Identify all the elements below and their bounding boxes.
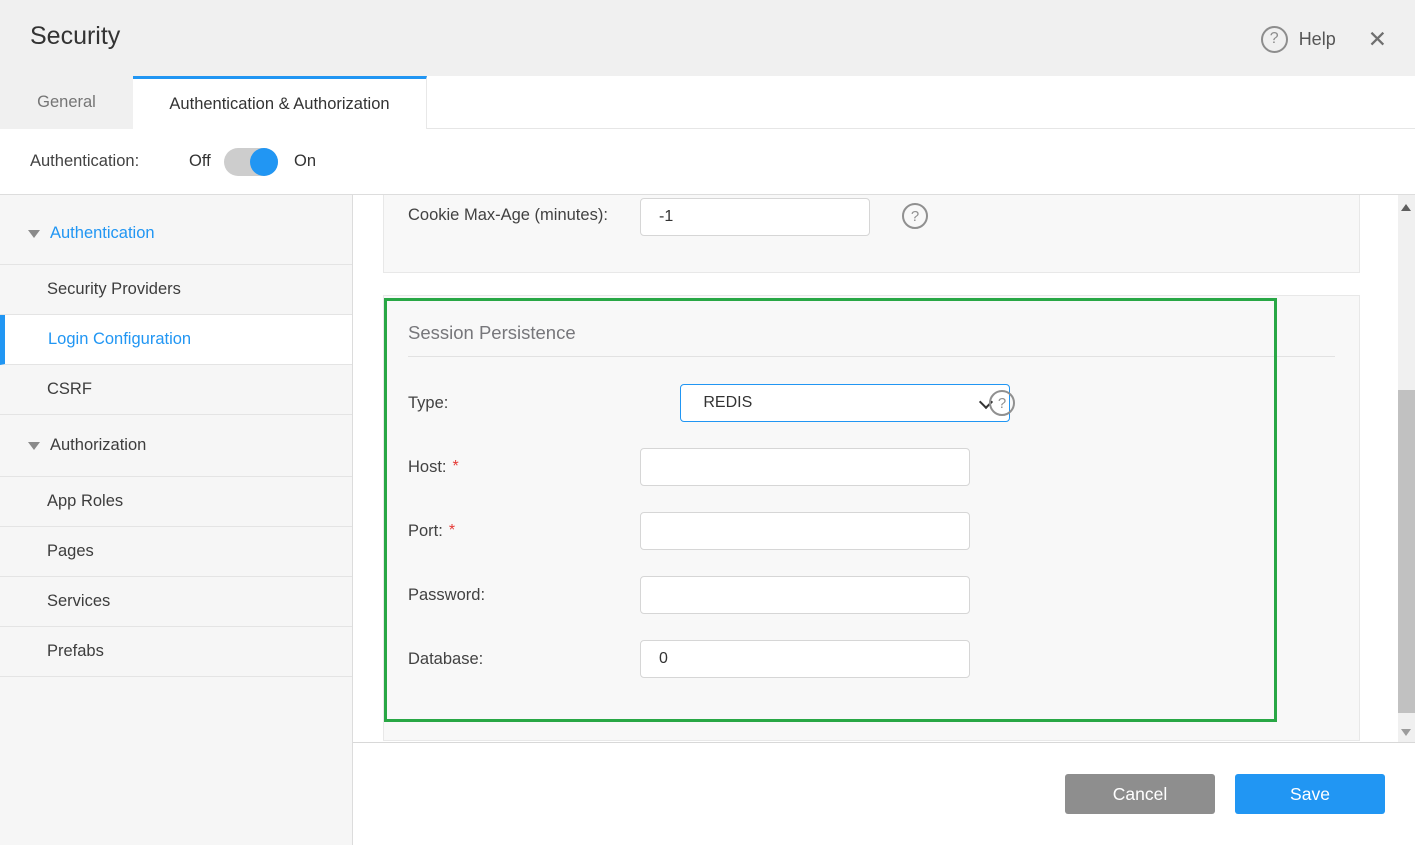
dialog-header: Security ? Help ✕ [0, 0, 1415, 76]
tab-bar: General Authentication & Authorization [0, 76, 1415, 129]
required-marker: * [453, 458, 459, 476]
section-divider [408, 356, 1335, 357]
sidebar-item-csrf[interactable]: CSRF [0, 365, 352, 415]
port-label: Port: [408, 522, 443, 541]
password-input[interactable] [640, 576, 970, 614]
toggle-knob [250, 148, 278, 176]
help-icon[interactable]: ? [1261, 26, 1288, 53]
tab-authentication-authorization[interactable]: Authentication & Authorization [133, 76, 427, 130]
header-actions: ? Help ✕ [1261, 25, 1387, 53]
page-title: Security [30, 22, 120, 51]
sidebar-item-prefabs[interactable]: Prefabs [0, 627, 352, 677]
caret-down-icon [28, 442, 40, 450]
sidebar-item-services[interactable]: Services [0, 577, 352, 627]
settings-content: Cookie Max-Age (minutes): ? Session Pers… [353, 195, 1398, 742]
scroll-up-arrow-icon[interactable] [1401, 204, 1411, 211]
dialog-footer: Cancel Save [353, 742, 1415, 845]
toggle-off-label: Off [189, 152, 211, 171]
close-icon[interactable]: ✕ [1368, 28, 1387, 51]
password-label: Password: [408, 586, 485, 605]
settings-sidebar: Authentication Security Providers Login … [0, 195, 353, 845]
sidebar-item-label: App Roles [47, 492, 123, 511]
type-row: Type: REDIS ? [408, 384, 1335, 422]
sidebar-group-authentication[interactable]: Authentication [0, 203, 352, 265]
save-button[interactable]: Save [1235, 774, 1385, 814]
database-input[interactable] [640, 640, 970, 678]
sidebar-item-label: Services [47, 592, 110, 611]
database-row: Database: [408, 640, 1335, 678]
scroll-down-arrow-icon[interactable] [1401, 729, 1411, 736]
cookie-max-age-input[interactable] [640, 198, 870, 236]
session-persistence-panel: Session Persistence Type: REDIS ? Host: … [383, 295, 1360, 741]
cookie-max-age-label: Cookie Max-Age (minutes): [408, 206, 608, 225]
sidebar-item-label: Prefabs [47, 642, 104, 661]
sidebar-item-label: Pages [47, 542, 94, 561]
authentication-toggle-row: Authentication: Off On [0, 129, 1415, 195]
host-row: Host: * [408, 448, 1335, 486]
sidebar-group-authorization[interactable]: Authorization [0, 415, 352, 477]
type-select-value: REDIS [703, 394, 752, 412]
password-row: Password: [408, 576, 1335, 614]
help-icon[interactable]: ? [902, 203, 928, 229]
sidebar-item-app-roles[interactable]: App Roles [0, 477, 352, 527]
section-title: Session Persistence [408, 322, 576, 344]
type-select[interactable]: REDIS [680, 384, 1010, 422]
type-label: Type: [408, 394, 448, 413]
sidebar-item-label: Login Configuration [48, 330, 191, 349]
help-icon[interactable]: ? [989, 390, 1015, 416]
sidebar-item-pages[interactable]: Pages [0, 527, 352, 577]
sidebar-item-label: Security Providers [47, 280, 181, 299]
sidebar-group-label: Authorization [50, 436, 146, 455]
cancel-button[interactable]: Cancel [1065, 774, 1215, 814]
caret-down-icon [28, 230, 40, 238]
authentication-toggle[interactable] [224, 148, 278, 176]
host-label: Host: [408, 458, 447, 477]
help-link[interactable]: Help [1299, 29, 1336, 50]
port-row: Port: * [408, 512, 1335, 550]
authentication-toggle-label: Authentication: [30, 152, 139, 171]
sidebar-group-label: Authentication [50, 224, 155, 243]
sidebar-item-security-providers[interactable]: Security Providers [0, 265, 352, 315]
tab-general[interactable]: General [0, 76, 133, 129]
required-marker: * [449, 522, 455, 540]
toggle-on-label: On [294, 152, 316, 171]
vertical-scrollbar[interactable] [1398, 195, 1415, 742]
port-input[interactable] [640, 512, 970, 550]
host-input[interactable] [640, 448, 970, 486]
sidebar-item-label: CSRF [47, 380, 92, 399]
sidebar-item-login-configuration[interactable]: Login Configuration [0, 315, 352, 365]
database-label: Database: [408, 650, 483, 669]
scrollbar-thumb[interactable] [1398, 390, 1415, 713]
cookie-panel: Cookie Max-Age (minutes): ? [383, 195, 1360, 273]
